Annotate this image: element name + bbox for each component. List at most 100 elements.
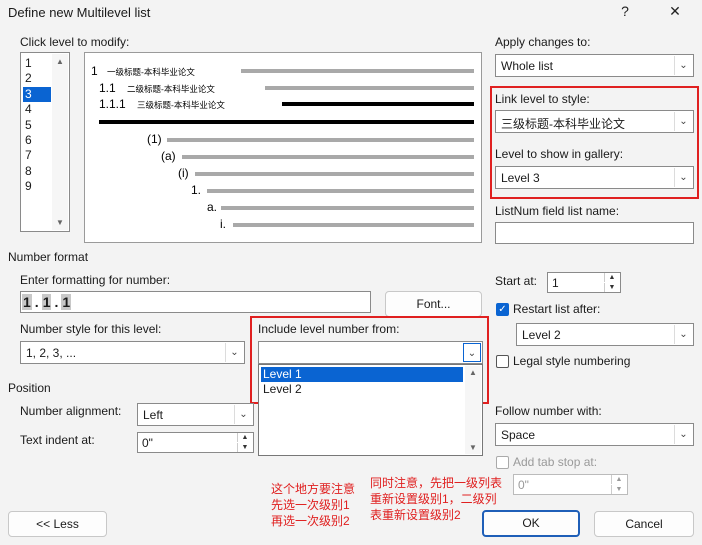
level-item-4[interactable]: 4 <box>23 102 51 117</box>
level-item-8[interactable]: 8 <box>23 164 51 179</box>
apply-changes-value: Whole list <box>501 59 554 73</box>
text-indent-label: Text indent at: <box>20 433 95 447</box>
number-format-section-label: Number format <box>8 250 89 264</box>
add-tab-stop-label: Add tab stop at: <box>513 455 598 469</box>
chevron-down-icon[interactable]: ⌄ <box>674 56 692 75</box>
scroll-up-icon[interactable]: ▲ <box>465 368 481 377</box>
level-item-7[interactable]: 7 <box>23 148 51 163</box>
chevron-down-icon[interactable]: ⌄ <box>674 425 692 444</box>
chevron-down-icon[interactable]: ⌄ <box>225 343 243 362</box>
start-at-value: 1 <box>552 276 559 290</box>
follow-number-dropdown[interactable]: Space ⌄ <box>495 423 694 446</box>
level-item-1[interactable]: 1 <box>23 56 51 71</box>
chevron-down-icon[interactable]: ⌄ <box>234 405 252 424</box>
dropdown-scrollbar[interactable]: ▲ ▼ <box>465 366 481 454</box>
gallery-level-dropdown[interactable]: Level 3 ⌄ <box>495 166 694 189</box>
format-separator: . <box>34 294 39 310</box>
include-level-dropdown[interactable]: ⌄ <box>258 341 483 364</box>
enter-formatting-label: Enter formatting for number: <box>20 273 171 287</box>
include-option-1[interactable]: Level 1 <box>261 367 463 382</box>
gallery-level-value: Level 3 <box>501 171 540 185</box>
level-item-3[interactable]: 3 <box>23 86 51 102</box>
spin-up-icon[interactable]: ▲ <box>604 273 619 282</box>
chevron-down-icon[interactable]: ⌄ <box>674 168 692 187</box>
window-title: Define new Multilevel list <box>8 5 151 20</box>
text-indent-spinner[interactable]: 0" ▲ ▼ <box>137 432 254 453</box>
listnum-label: ListNum field list name: <box>495 204 620 218</box>
scroll-down-icon[interactable]: ▼ <box>465 443 481 452</box>
format-part-level2: 1 <box>41 294 52 310</box>
spin-down-icon[interactable]: ▼ <box>611 485 626 494</box>
start-at-spinner[interactable]: 1 ▲ ▼ <box>547 272 621 293</box>
spin-down-icon[interactable]: ▼ <box>604 283 619 292</box>
list-preview: 1 一级标题-本科毕业论文 1.1 二级标题-本科毕业论文 1.1.1 三级标题… <box>84 52 482 243</box>
level-item-5[interactable]: 5 <box>23 118 51 133</box>
less-button[interactable]: << Less <box>8 511 107 537</box>
listnum-input[interactable] <box>495 222 694 244</box>
font-button[interactable]: Font... <box>385 291 482 317</box>
level-item-2[interactable]: 2 <box>23 71 51 86</box>
tab-stop-spinner[interactable]: 0" ▲ ▼ <box>513 474 628 495</box>
add-tab-stop-checkbox[interactable] <box>496 456 509 469</box>
level-list-scrollbar[interactable]: ▲ ▼ <box>52 54 68 230</box>
number-format-input[interactable]: 1.1.1 <box>20 291 371 313</box>
scroll-up-icon[interactable]: ▲ <box>52 57 68 66</box>
chevron-down-icon[interactable]: ⌄ <box>463 343 481 362</box>
link-level-label: Link level to style: <box>495 92 590 106</box>
number-style-dropdown[interactable]: 1, 2, 3, ... ⌄ <box>20 341 245 364</box>
title-bar: Define new Multilevel list ? ✕ <box>0 0 702 30</box>
preview-row-1-number: 1 <box>91 64 98 78</box>
link-level-dropdown[interactable]: 三级标题-本科毕业论文 ⌄ <box>495 110 694 133</box>
restart-list-checkbox[interactable]: ✓ <box>496 303 509 316</box>
format-part-level3: 1 <box>61 294 72 310</box>
preview-row-1-title: 一级标题-本科毕业论文 <box>107 67 195 77</box>
level-item-9[interactable]: 9 <box>23 179 51 194</box>
restart-list-value: Level 2 <box>522 328 561 342</box>
chevron-down-icon[interactable]: ⌄ <box>674 325 692 344</box>
preview-row-2-title: 二级标题-本科毕业论文 <box>127 84 215 94</box>
apply-changes-dropdown[interactable]: Whole list ⌄ <box>495 54 694 77</box>
level-list[interactable]: 123456789 ▲ ▼ <box>20 52 70 232</box>
click-level-label: Click level to modify: <box>20 35 130 49</box>
cancel-button[interactable]: Cancel <box>594 511 694 537</box>
preview-row-3-title: 三级标题-本科毕业论文 <box>137 100 225 110</box>
close-button[interactable]: ✕ <box>652 0 698 26</box>
preview-sub-1: (1) <box>147 132 162 146</box>
number-style-label: Number style for this level: <box>20 322 162 336</box>
restart-list-label: Restart list after: <box>513 302 601 316</box>
text-indent-value: 0" <box>142 436 153 450</box>
include-level-label: Include level number from: <box>258 322 400 336</box>
chevron-down-icon[interactable]: ⌄ <box>674 112 692 131</box>
preview-row-3-number: 1.1.1 <box>99 97 126 111</box>
include-option-2[interactable]: Level 2 <box>261 382 463 397</box>
preview-sub-5: a. <box>207 200 218 214</box>
follow-number-value: Space <box>501 428 536 442</box>
preview-sub-4: 1. <box>191 183 202 197</box>
number-alignment-dropdown[interactable]: Left ⌄ <box>137 403 254 426</box>
legal-style-checkbox[interactable] <box>496 355 509 368</box>
preview-row-2-number: 1.1 <box>99 81 116 95</box>
help-button[interactable]: ? <box>602 0 648 26</box>
annotation-note-left: 这个地方要注意 先选一次级别1 再选一次级别2 <box>271 482 356 528</box>
number-alignment-value: Left <box>143 408 164 422</box>
level-item-6[interactable]: 6 <box>23 133 51 148</box>
define-multilevel-list-dialog: Define new Multilevel list ? ✕ Click lev… <box>0 0 702 545</box>
spin-down-icon[interactable]: ▼ <box>237 443 252 452</box>
format-part-level1: 1 <box>22 294 32 310</box>
include-level-dropdown-list[interactable]: Level 1 Level 2 ▲ ▼ <box>258 364 483 456</box>
preview-sub-3: (i) <box>178 166 189 180</box>
ok-button[interactable]: OK <box>482 510 580 537</box>
link-level-value: 三级标题-本科毕业论文 <box>501 117 625 131</box>
tab-stop-value: 0" <box>518 478 529 492</box>
position-section-label: Position <box>8 381 51 395</box>
legal-style-label: Legal style numbering <box>513 354 631 368</box>
start-at-label: Start at: <box>495 274 538 288</box>
scroll-down-icon[interactable]: ▼ <box>52 218 68 227</box>
format-separator: . <box>54 294 59 310</box>
spin-up-icon[interactable]: ▲ <box>611 475 626 484</box>
restart-list-dropdown[interactable]: Level 2 ⌄ <box>516 323 694 346</box>
spin-up-icon[interactable]: ▲ <box>237 433 252 442</box>
number-alignment-label: Number alignment: <box>20 404 122 418</box>
gallery-level-label: Level to show in gallery: <box>495 147 624 161</box>
apply-changes-label: Apply changes to: <box>495 35 591 49</box>
